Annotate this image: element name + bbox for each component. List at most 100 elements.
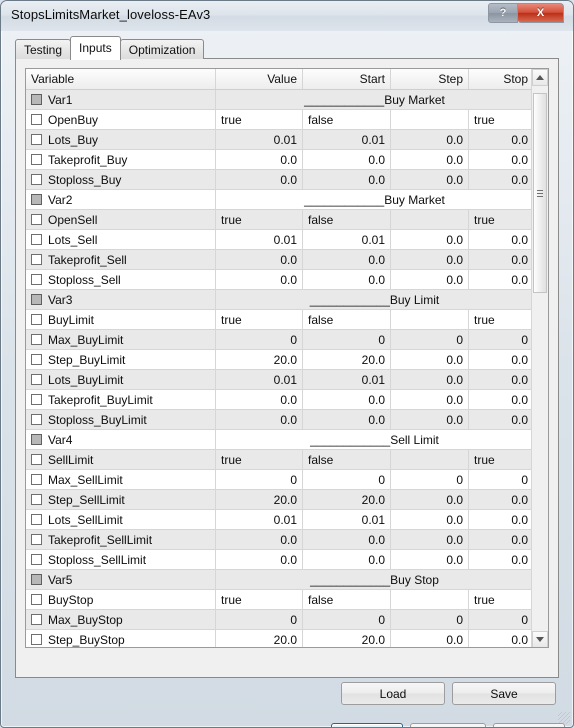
cell-variable[interactable]: Step_BuyLimit [26, 350, 216, 369]
cell-start[interactable]: 0.0 [303, 410, 391, 429]
cell-value[interactable]: true [216, 590, 303, 609]
cell-stop[interactable]: 0.0 [469, 130, 533, 149]
cell-stop[interactable]: true [469, 590, 533, 609]
tab-testing[interactable]: Testing [15, 39, 72, 59]
cell-step[interactable]: 0.0 [391, 410, 469, 429]
table-row[interactable]: BuyStop true false true [26, 590, 533, 610]
cell-value[interactable]: 0.01 [216, 510, 303, 529]
table-row[interactable]: OpenSell true false true [26, 210, 533, 230]
cell-step[interactable]: 0.0 [391, 390, 469, 409]
table-row[interactable]: Lots_SellLimit 0.01 0.01 0.0 0.0 [26, 510, 533, 530]
table-row[interactable]: Max_SellLimit 0 0 0 0 [26, 470, 533, 490]
cell-stop[interactable]: 0 [469, 610, 533, 629]
cell-variable[interactable]: Var5 [26, 570, 216, 589]
save-button[interactable]: Save [452, 682, 556, 705]
cell-step[interactable]: 0.0 [391, 510, 469, 529]
close-button[interactable]: X [518, 3, 564, 23]
cell-stop[interactable]: 0.0 [469, 550, 533, 569]
cell-variable[interactable]: BuyStop [26, 590, 216, 609]
cell-variable[interactable]: Stoploss_Buy [26, 170, 216, 189]
cell-step[interactable]: 0.0 [391, 350, 469, 369]
table-row[interactable]: Step_SellLimit 20.0 20.0 0.0 0.0 [26, 490, 533, 510]
cell-step[interactable] [391, 210, 469, 229]
cell-start[interactable]: false [303, 210, 391, 229]
cell-value[interactable]: 0.0 [216, 250, 303, 269]
cell-step[interactable]: 0.0 [391, 270, 469, 289]
scroll-up-button[interactable] [532, 69, 548, 86]
cell-start[interactable]: false [303, 590, 391, 609]
cell-stop[interactable]: 0 [469, 330, 533, 349]
cell-variable[interactable]: Var3 [26, 290, 216, 309]
cell-start[interactable]: false [303, 310, 391, 329]
cell-stop[interactable]: 0.0 [469, 510, 533, 529]
cell-start[interactable]: 20.0 [303, 490, 391, 509]
table-row[interactable]: Step_BuyStop 20.0 20.0 0.0 0.0 [26, 630, 533, 647]
cell-variable[interactable]: Lots_Sell [26, 230, 216, 249]
cell-value[interactable]: 0.01 [216, 370, 303, 389]
table-row[interactable]: Var4 ____________Sell Limit [26, 430, 533, 450]
table-row[interactable]: Lots_Sell 0.01 0.01 0.0 0.0 [26, 230, 533, 250]
column-header-step[interactable]: Step [391, 69, 469, 89]
cell-value[interactable]: 0.01 [216, 130, 303, 149]
cell-variable[interactable]: Takeprofit_SellLimit [26, 530, 216, 549]
cell-step[interactable]: 0.0 [391, 630, 469, 647]
cell-variable[interactable]: Stoploss_Sell [26, 270, 216, 289]
cell-variable[interactable]: Var1 [26, 90, 216, 109]
table-row[interactable]: Takeprofit_BuyLimit 0.0 0.0 0.0 0.0 [26, 390, 533, 410]
cell-start[interactable]: 0.0 [303, 550, 391, 569]
cell-start[interactable]: 0.0 [303, 270, 391, 289]
cell-value[interactable]: 0.0 [216, 390, 303, 409]
cell-value[interactable]: true [216, 450, 303, 469]
table-row[interactable]: Takeprofit_Buy 0.0 0.0 0.0 0.0 [26, 150, 533, 170]
cell-start[interactable]: 0.0 [303, 390, 391, 409]
cell-variable[interactable]: SellLimit [26, 450, 216, 469]
table-row[interactable]: Max_BuyStop 0 0 0 0 [26, 610, 533, 630]
cell-variable[interactable]: Step_BuyStop [26, 630, 216, 647]
cell-step[interactable]: 0.0 [391, 550, 469, 569]
cell-variable[interactable]: OpenSell [26, 210, 216, 229]
column-header-value[interactable]: Value [216, 69, 303, 89]
cell-step[interactable]: 0 [391, 470, 469, 489]
table-row[interactable]: SellLimit true false true [26, 450, 533, 470]
cell-start[interactable]: 0 [303, 470, 391, 489]
cell-value[interactable]: true [216, 310, 303, 329]
cell-variable[interactable]: Step_SellLimit [26, 490, 216, 509]
help-button[interactable]: ? [488, 3, 518, 23]
cell-variable[interactable]: Lots_SellLimit [26, 510, 216, 529]
cell-step[interactable]: 0.0 [391, 130, 469, 149]
cell-step[interactable]: 0.0 [391, 490, 469, 509]
table-row[interactable]: Var5 ____________Buy Stop [26, 570, 533, 590]
cell-step[interactable]: 0.0 [391, 530, 469, 549]
cell-start[interactable]: false [303, 110, 391, 129]
cell-start[interactable]: 0 [303, 610, 391, 629]
table-row[interactable]: Takeprofit_SellLimit 0.0 0.0 0.0 0.0 [26, 530, 533, 550]
cell-step[interactable]: 0.0 [391, 150, 469, 169]
table-row[interactable]: Lots_BuyLimit 0.01 0.01 0.0 0.0 [26, 370, 533, 390]
cell-stop[interactable]: 0 [469, 470, 533, 489]
cell-step[interactable]: 0.0 [391, 230, 469, 249]
table-row[interactable]: OpenBuy true false true [26, 110, 533, 130]
cell-value[interactable]: 0.0 [216, 270, 303, 289]
cell-step[interactable] [391, 310, 469, 329]
grid-vertical-scrollbar[interactable] [531, 69, 548, 647]
cell-variable[interactable]: Stoploss_SellLimit [26, 550, 216, 569]
cell-start[interactable]: 0 [303, 330, 391, 349]
cell-value[interactable]: 20.0 [216, 350, 303, 369]
cell-variable[interactable]: Var2 [26, 190, 216, 209]
cell-value[interactable]: 0.0 [216, 530, 303, 549]
cell-step[interactable]: 0 [391, 610, 469, 629]
column-header-start[interactable]: Start [303, 69, 391, 89]
cell-value[interactable]: 0.01 [216, 230, 303, 249]
load-button[interactable]: Load [341, 682, 445, 705]
table-row[interactable]: Lots_Buy 0.01 0.01 0.0 0.0 [26, 130, 533, 150]
cell-stop[interactable]: 0.0 [469, 270, 533, 289]
tab-inputs[interactable]: Inputs [70, 36, 121, 60]
cell-start[interactable]: 20.0 [303, 350, 391, 369]
cell-value[interactable]: 0 [216, 610, 303, 629]
cell-variable[interactable]: Takeprofit_Sell [26, 250, 216, 269]
scroll-down-button[interactable] [532, 631, 548, 647]
cell-start[interactable]: 0.0 [303, 250, 391, 269]
ok-button[interactable]: OK [331, 723, 403, 727]
cell-step[interactable] [391, 110, 469, 129]
reset-button[interactable]: Reset [493, 723, 565, 727]
